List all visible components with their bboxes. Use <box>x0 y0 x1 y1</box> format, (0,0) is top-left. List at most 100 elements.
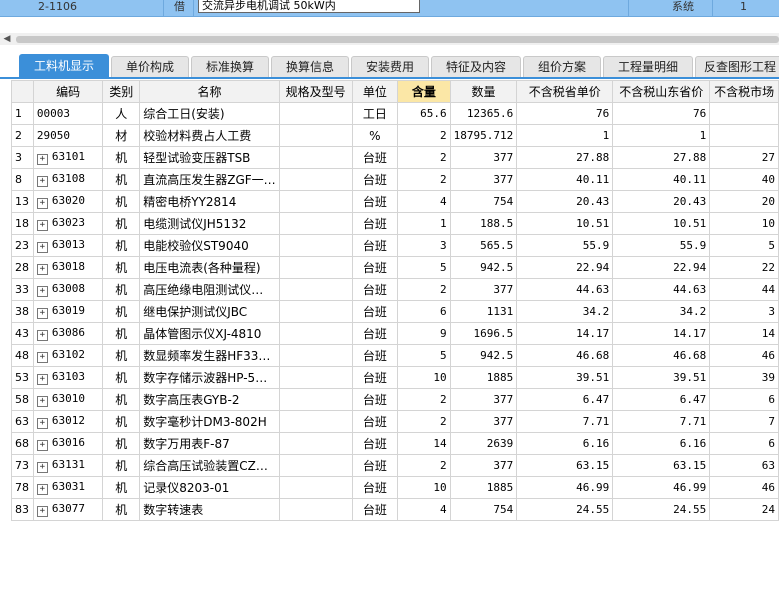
cell-shandong-price[interactable]: 63.15 <box>612 454 711 477</box>
cell-content[interactable]: 5 <box>397 344 451 367</box>
cell-market-price[interactable]: 27 <box>709 146 779 169</box>
expand-plus-icon[interactable]: + <box>36 440 48 451</box>
cell-spec[interactable] <box>278 278 353 301</box>
cell-spec[interactable] <box>278 410 353 433</box>
cell-code[interactable]: 29050 <box>32 124 104 147</box>
cell-unit[interactable]: 工日 <box>351 102 399 125</box>
cell-quantity[interactable]: 754 <box>449 498 518 521</box>
cell-content[interactable]: 2 <box>397 124 451 147</box>
cell-shandong-price[interactable]: 46.99 <box>612 476 711 499</box>
cell-name[interactable]: 校验材料费占人工费 <box>139 124 280 147</box>
cell-market-price[interactable]: 24 <box>709 498 779 521</box>
cell-unit[interactable]: 台班 <box>351 366 399 389</box>
cell-spec[interactable] <box>278 344 353 367</box>
cell-spec[interactable] <box>278 234 353 257</box>
cell-spec[interactable] <box>278 498 353 521</box>
table-row[interactable]: 8 +63108 机 直流高压发生器ZGF一… 台班 2 377 40.11 40.11 40 <box>11 168 779 191</box>
cell-code[interactable]: +63018 <box>32 256 104 279</box>
cell-unit[interactable]: 台班 <box>351 410 399 433</box>
cell-content[interactable]: 4 <box>397 498 451 521</box>
cell-market-price[interactable]: 7 <box>709 410 779 433</box>
cell-market-price[interactable] <box>709 102 779 125</box>
cell-unit[interactable]: 台班 <box>351 278 399 301</box>
cell-quantity[interactable]: 2639 <box>449 432 518 455</box>
col-unit[interactable]: 单位 <box>351 80 399 103</box>
cell-shandong-price[interactable]: 40.11 <box>612 168 711 191</box>
cell-spec[interactable] <box>278 168 353 191</box>
col-code[interactable]: 编码 <box>32 80 104 103</box>
cell-shandong-price[interactable]: 34.2 <box>612 300 711 323</box>
cell-market-price[interactable]: 3 <box>709 300 779 323</box>
cell-type[interactable]: 机 <box>102 498 141 521</box>
cell-shandong-price[interactable]: 10.51 <box>612 212 711 235</box>
table-row[interactable]: 63 +63012 机数字毫秒计DM3-802H 台班 2 377 7.71 7.71 7 <box>11 410 779 433</box>
tab-features-content[interactable]: 特征及内容 <box>431 56 521 77</box>
expand-plus-icon[interactable]: + <box>36 220 48 231</box>
cell-type[interactable]: 机 <box>102 234 141 257</box>
cell-type[interactable]: 机 <box>102 344 141 367</box>
cell-market-price[interactable]: 39 <box>709 366 779 389</box>
cell-shandong-price[interactable]: 20.43 <box>612 190 711 213</box>
cell-content[interactable]: 2 <box>397 146 451 169</box>
cell-spec[interactable] <box>278 300 353 323</box>
col-type[interactable]: 类别 <box>102 80 141 103</box>
cell-quantity[interactable]: 377 <box>449 388 518 411</box>
cell-unit[interactable]: 台班 <box>351 432 399 455</box>
cell-province-price[interactable]: 46.99 <box>516 476 614 499</box>
cell-market-price[interactable] <box>709 124 779 147</box>
cell-shandong-price[interactable]: 22.94 <box>612 256 711 279</box>
cell-code[interactable]: +63019 <box>32 300 104 323</box>
table-row[interactable]: 83 +63077 机数字转速表 台班 4 754 24.55 24.55 24 <box>11 498 779 521</box>
cell-province-price[interactable]: 10.51 <box>516 212 614 235</box>
table-row[interactable]: 13 +63020 机精密电桥YY2814 台班 4 754 20.43 20.43 20 <box>11 190 779 213</box>
cell-code[interactable]: +63020 <box>32 190 104 213</box>
cell-spec[interactable] <box>278 388 353 411</box>
cell-code[interactable]: +63108 <box>32 168 104 191</box>
tab-quantity-detail[interactable]: 工程量明细 <box>603 56 693 77</box>
cell-name[interactable]: 电能校验仪ST9040 <box>139 234 280 257</box>
cell-code[interactable]: +63101 <box>32 146 104 169</box>
cell-content[interactable]: 2 <box>397 388 451 411</box>
cell-market-price[interactable]: 5 <box>709 234 779 257</box>
cell-market-price[interactable]: 63 <box>709 454 779 477</box>
cell-type[interactable]: 机 <box>102 212 141 235</box>
cell-code[interactable]: +63008 <box>32 278 104 301</box>
expand-plus-icon[interactable]: + <box>36 242 48 253</box>
cell-quantity[interactable]: 377 <box>449 410 518 433</box>
cell-spec[interactable] <box>278 212 353 235</box>
cell-name[interactable]: 轻型试验变压器TSB <box>139 146 280 169</box>
cell-content[interactable]: 14 <box>397 432 451 455</box>
cell-shandong-price[interactable]: 44.63 <box>612 278 711 301</box>
table-row[interactable]: 78 +63031 机记录仪8203-01 台班 10 1885 46.99 46.99 46 <box>11 476 779 499</box>
cell-type[interactable]: 机 <box>102 146 141 169</box>
expand-plus-icon[interactable]: + <box>36 462 48 473</box>
table-row[interactable]: 18 +63023 机电缆测试仪JH5132 台班 1 188.5 10.51 10.51 10 <box>11 212 779 235</box>
cell-quantity[interactable]: 1885 <box>449 366 518 389</box>
cell-province-price[interactable]: 34.2 <box>516 300 614 323</box>
expand-plus-icon[interactable]: + <box>36 418 48 429</box>
cell-name[interactable]: 数字高压表GYB-2 <box>139 388 280 411</box>
cell-spec[interactable] <box>278 102 353 125</box>
cell-unit[interactable]: % <box>351 124 399 147</box>
cell-type[interactable]: 机 <box>102 388 141 411</box>
col-spec[interactable]: 规格及型号 <box>278 80 353 103</box>
table-row[interactable]: 53 +63103 机数字存储示波器HP-5… 台班 10 1885 39.51 39.51 3… <box>11 366 779 389</box>
cell-name[interactable]: 记录仪8203-01 <box>139 476 280 499</box>
cell-spec[interactable] <box>278 190 353 213</box>
table-row[interactable]: 3 +63101 机 轻型试验变压器TSB 台班 2 377 27.88 27.88 27 <box>11 146 779 169</box>
cell-content[interactable]: 2 <box>397 410 451 433</box>
cell-province-price[interactable]: 7.71 <box>516 410 614 433</box>
expand-plus-icon[interactable]: + <box>36 176 48 187</box>
item-name-editor[interactable]: 交流异步电机调试 50kW内 <box>198 0 420 13</box>
table-row[interactable]: 43 +63086 机晶体管图示仪XJ-4810 台班 9 1696.5 14.17 14.1… <box>11 322 779 345</box>
expand-plus-icon[interactable]: + <box>36 396 48 407</box>
cell-content[interactable]: 5 <box>397 256 451 279</box>
cell-quantity[interactable]: 1696.5 <box>449 322 518 345</box>
cell-shandong-price[interactable]: 6.16 <box>612 432 711 455</box>
cell-code[interactable]: +63013 <box>32 234 104 257</box>
cell-name[interactable]: 综合高压试验装置CZ… <box>139 454 280 477</box>
cell-content[interactable]: 2 <box>397 168 451 191</box>
cell-unit[interactable]: 台班 <box>351 300 399 323</box>
cell-market-price[interactable]: 46 <box>709 344 779 367</box>
cell-type[interactable]: 材 <box>102 124 141 147</box>
